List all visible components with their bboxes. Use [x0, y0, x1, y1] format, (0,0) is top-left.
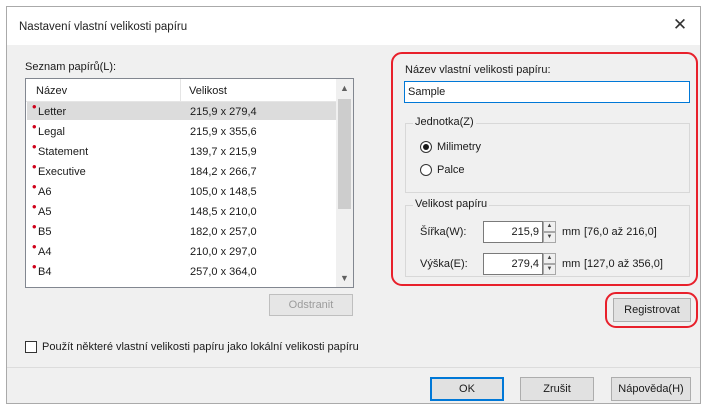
custom-marker-icon: • [32, 99, 37, 114]
custom-marker-icon: • [32, 199, 37, 214]
title-bar: Nastavení vlastní velikosti papíru ✕ [7, 7, 700, 45]
height-down-icon[interactable]: ▼ [543, 264, 556, 275]
width-unit: mm [562, 226, 581, 238]
height-unit: mm [562, 258, 581, 270]
help-button[interactable]: Nápověda(H) [611, 377, 691, 401]
paper-list-label: Seznam papírů(L): [25, 61, 117, 73]
height-label: Výška(E): [420, 258, 468, 270]
row-name: B5 [38, 226, 52, 238]
list-row[interactable]: • Letter 215,9 x 279,4 [27, 99, 336, 120]
unit-group-label: Jednotka(Z) [413, 116, 476, 128]
row-size: 148,5 x 210,0 [190, 206, 257, 218]
row-name: A6 [38, 186, 52, 198]
row-size: 215,9 x 355,6 [190, 126, 257, 138]
list-row[interactable]: • A5 148,5 x 210,0 [27, 199, 336, 220]
custom-marker-icon: • [32, 179, 37, 194]
ok-button[interactable]: OK [430, 377, 504, 401]
scroll-thumb[interactable] [338, 99, 351, 209]
row-size: 257,0 x 364,0 [190, 266, 257, 278]
delete-button[interactable]: Odstranit [269, 294, 353, 316]
row-name: A5 [38, 206, 52, 218]
row-size: 184,2 x 266,7 [190, 166, 257, 178]
custom-marker-icon: • [32, 259, 37, 274]
radio-millimeters-label[interactable]: Milimetry [437, 141, 481, 153]
width-input[interactable]: 215,9 [483, 221, 543, 243]
row-name: Statement [38, 146, 89, 158]
row-size: 210,0 x 297,0 [190, 246, 257, 258]
row-name: Legal [38, 126, 65, 138]
local-size-checkbox-label[interactable]: Použít některé vlastní velikosti papíru … [42, 341, 359, 353]
custom-marker-icon: • [32, 159, 37, 174]
custom-marker-icon: • [32, 139, 37, 154]
row-name: B4 [38, 266, 52, 278]
height-up-icon[interactable]: ▲ [543, 253, 556, 264]
width-down-icon[interactable]: ▼ [543, 232, 556, 243]
scroll-down-icon[interactable]: ▼ [336, 269, 353, 287]
height-input[interactable]: 279,4 [483, 253, 543, 275]
row-size: 139,7 x 215,9 [190, 146, 257, 158]
custom-marker-icon: • [32, 239, 37, 254]
width-up-icon[interactable]: ▲ [543, 221, 556, 232]
custom-marker-icon: • [32, 119, 37, 134]
cancel-button[interactable]: Zrušit [520, 377, 594, 401]
list-scrollbar[interactable]: ▲ ▼ [336, 79, 353, 287]
local-size-checkbox[interactable] [25, 341, 37, 353]
list-row[interactable]: • B5 182,0 x 257,0 [27, 219, 336, 240]
radio-millimeters[interactable] [420, 141, 432, 153]
register-button[interactable]: Registrovat [613, 298, 691, 322]
row-size: 215,9 x 279,4 [190, 106, 257, 118]
custom-marker-icon: • [32, 219, 37, 234]
custom-name-label: Název vlastní velikosti papíru: [405, 64, 551, 76]
list-header: Název Velikost [26, 79, 336, 102]
custom-name-input[interactable]: Sample [404, 81, 690, 103]
close-icon[interactable]: ✕ [670, 15, 690, 35]
row-size: 182,0 x 257,0 [190, 226, 257, 238]
column-divider [180, 79, 181, 101]
list-row[interactable]: • Statement 139,7 x 215,9 [27, 139, 336, 160]
width-label: Šířka(W): [420, 226, 467, 238]
row-name: Letter [38, 106, 67, 118]
row-name: A4 [38, 246, 52, 258]
paper-list[interactable]: Název Velikost • Letter 215,9 x 279,4 • … [25, 78, 354, 288]
custom-paper-size-dialog: Nastavení vlastní velikosti papíru ✕ Sez… [6, 6, 701, 404]
column-header-size[interactable]: Velikost [189, 85, 227, 97]
footer-separator [7, 367, 700, 368]
list-row[interactable]: • B4 257,0 x 364,0 [27, 259, 336, 280]
row-name: Executive [38, 166, 86, 178]
unit-group [405, 123, 690, 193]
radio-inches-label[interactable]: Palce [437, 164, 465, 176]
paper-size-group-label: Velikost papíru [413, 198, 490, 210]
list-row[interactable]: • A6 105,0 x 148,5 [27, 179, 336, 200]
scroll-up-icon[interactable]: ▲ [336, 79, 353, 97]
window-title: Nastavení vlastní velikosti papíru [19, 21, 188, 33]
list-row[interactable]: • Legal 215,9 x 355,6 [27, 119, 336, 140]
row-size: 105,0 x 148,5 [190, 186, 257, 198]
column-header-name[interactable]: Název [36, 85, 67, 97]
list-row[interactable]: • Executive 184,2 x 266,7 [27, 159, 336, 180]
width-range: [76,0 až 216,0] [584, 226, 657, 238]
radio-inches[interactable] [420, 164, 432, 176]
list-row[interactable]: • A4 210,0 x 297,0 [27, 239, 336, 260]
height-range: [127,0 až 356,0] [584, 258, 663, 270]
